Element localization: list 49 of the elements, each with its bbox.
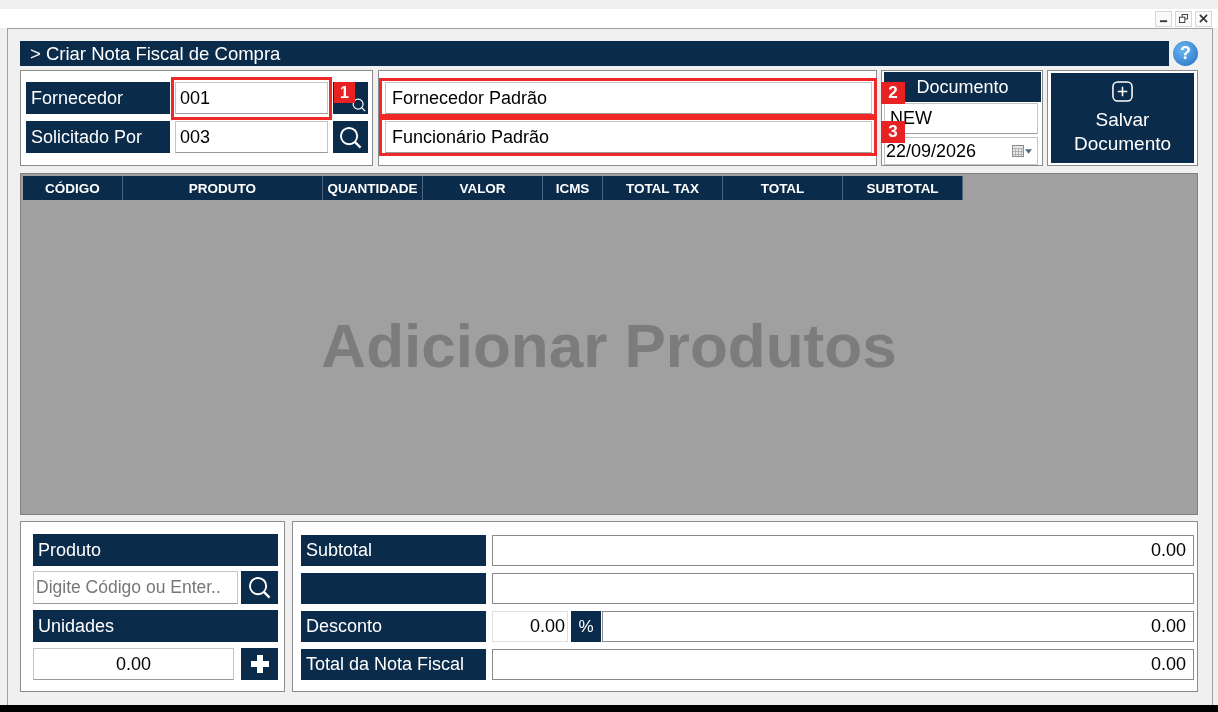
- field-label: Produto: [33, 534, 278, 566]
- amount-field[interactable]: 0.00: [492, 649, 1194, 680]
- date-field[interactable]: 22/09/2026: [884, 137, 1038, 165]
- add-button[interactable]: [241, 648, 278, 680]
- search-icon: [352, 98, 366, 112]
- search-button[interactable]: 1: [333, 82, 368, 114]
- column-header: VALOR: [423, 176, 543, 200]
- plus-icon: [1112, 80, 1133, 102]
- callout-badge: 1: [334, 82, 355, 103]
- callout-badge: 3: [881, 121, 905, 143]
- amount-field[interactable]: 0.00: [492, 535, 1194, 566]
- units-field[interactable]: 0.00: [33, 648, 234, 680]
- column-header: ICMS: [543, 176, 603, 200]
- column-header: TOTAL: [723, 176, 843, 200]
- discount-amount-field[interactable]: 0.00: [602, 611, 1194, 642]
- search-icon: [248, 576, 271, 599]
- caret-icon: [1025, 148, 1032, 154]
- minimize-button[interactable]: [1155, 10, 1172, 27]
- column-header: TOTAL TAX: [603, 176, 723, 200]
- form-title: > Criar Nota Fiscal de Compra: [20, 41, 1169, 66]
- field-label: Unidades: [33, 610, 278, 642]
- search-button[interactable]: [241, 571, 278, 604]
- search-button[interactable]: [333, 121, 368, 153]
- amount-field[interactable]: [492, 573, 1194, 604]
- code-field[interactable]: 001: [175, 82, 328, 114]
- field-label: Total da Nota Fiscal: [301, 649, 486, 680]
- save-button[interactable]: Salvar Documento: [1051, 73, 1194, 163]
- name-field[interactable]: Funcionário Padrão: [385, 121, 872, 153]
- callout-badge: 2: [881, 82, 905, 104]
- field-label: Subtotal: [301, 535, 486, 566]
- close-button[interactable]: [1195, 10, 1212, 27]
- column-header: QUANTIDADE: [323, 176, 423, 200]
- field-label: Desconto: [301, 611, 486, 642]
- column-header: SUBTOTAL: [843, 176, 963, 200]
- calendar-icon: [1012, 145, 1024, 157]
- discount-percent-field[interactable]: 0.00: [492, 611, 568, 642]
- percent-button[interactable]: %: [571, 611, 601, 642]
- code-field[interactable]: 003: [175, 121, 328, 153]
- restore-button[interactable]: [1175, 10, 1192, 27]
- name-field[interactable]: Fornecedor Padrão: [385, 82, 872, 114]
- search-icon: [339, 125, 362, 149]
- restore-icon: [1179, 14, 1188, 23]
- plus-icon: [249, 654, 270, 674]
- column-header: PRODUTO: [123, 176, 323, 200]
- column-header: CÓDIGO: [23, 176, 123, 200]
- product-search-field[interactable]: Digite Código ou Enter..: [33, 571, 238, 604]
- close-icon: [1199, 14, 1208, 23]
- field-label: Solicitado Por: [26, 121, 170, 153]
- field-label: Fornecedor: [26, 82, 170, 114]
